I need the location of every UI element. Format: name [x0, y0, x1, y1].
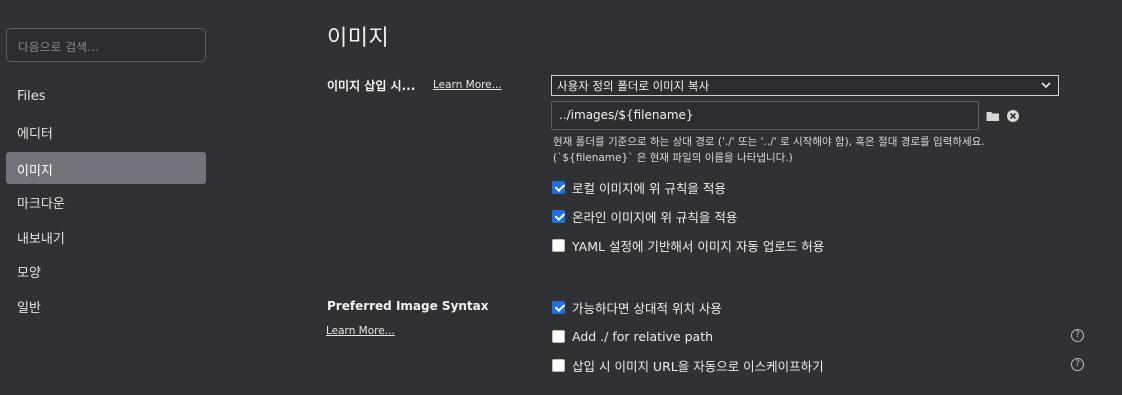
use-relative-path-label: 가능하다면 상대적 위치 사용	[572, 300, 722, 316]
apply-online-images-label: 온라인 이미지에 위 규칙을 적용	[572, 209, 738, 225]
insert-image-label: 이미지 삽입 시...	[327, 79, 416, 93]
add-dot-slash-checkbox[interactable]	[552, 329, 565, 343]
search-input[interactable]: 다음으로 검색...	[6, 28, 206, 62]
yaml-auto-upload-label: YAML 설정에 기반해서 이미지 자동 업로드 허용	[572, 238, 825, 254]
sidebar-item-editor[interactable]: 에디터	[6, 115, 206, 147]
syntax-learn-more-link[interactable]: Learn More...	[326, 325, 395, 337]
sidebar-item-general[interactable]: 일반	[6, 289, 206, 321]
sidebar-item-appearance[interactable]: 모양	[6, 254, 206, 286]
yaml-auto-upload-checkbox[interactable]	[552, 238, 565, 252]
sidebar-item-image[interactable]: 이미지	[6, 152, 206, 184]
help-icon[interactable]: ?	[1071, 329, 1084, 342]
sidebar: 다음으로 검색... Files 에디터 이미지 마크다운 내보내기 모양 일반	[0, 0, 212, 395]
use-relative-path-option[interactable]: 가능하다면 상대적 위치 사용	[552, 298, 722, 316]
apply-online-images-checkbox[interactable]	[552, 209, 565, 223]
image-folder-path-input[interactable]: ../images/${filename}	[551, 101, 979, 130]
insert-action-select[interactable]: 사용자 정의 폴더로 이미지 복사	[551, 75, 1059, 96]
escape-image-url-option[interactable]: 삽입 시 이미지 URL을 자동으로 이스케이프하기	[552, 356, 824, 374]
apply-local-images-option[interactable]: 로컬 이미지에 위 규칙을 적용	[552, 178, 726, 196]
clear-icon[interactable]	[1005, 108, 1021, 124]
folder-icon[interactable]	[985, 108, 1001, 124]
sidebar-item-files[interactable]: Files	[6, 81, 206, 113]
help-icon[interactable]: ?	[1071, 358, 1084, 371]
use-relative-path-checkbox[interactable]	[552, 300, 565, 314]
sidebar-item-markdown[interactable]: 마크다운	[6, 185, 206, 217]
escape-image-url-checkbox[interactable]	[552, 358, 565, 372]
escape-image-url-label: 삽입 시 이미지 URL을 자동으로 이스케이프하기	[572, 358, 824, 374]
add-dot-slash-label: Add ./ for relative path	[572, 328, 714, 344]
apply-online-images-option[interactable]: 온라인 이미지에 위 규칙을 적용	[552, 207, 737, 225]
path-description-line2: (`${filename}` 은 현재 파일의 이름을 나타냅니다.)	[553, 152, 793, 164]
sidebar-item-export[interactable]: 내보내기	[6, 220, 206, 252]
chevron-down-icon	[1041, 82, 1051, 89]
insert-action-select-value: 사용자 정의 폴더로 이미지 복사	[557, 79, 710, 93]
page-title: 이미지	[327, 26, 390, 51]
apply-local-images-checkbox[interactable]	[552, 180, 565, 194]
insert-learn-more-link[interactable]: Learn More...	[433, 79, 502, 91]
preferred-image-syntax-label: Preferred Image Syntax	[327, 299, 489, 313]
yaml-auto-upload-option[interactable]: YAML 설정에 기반해서 이미지 자동 업로드 허용	[552, 236, 824, 254]
add-dot-slash-option[interactable]: Add ./ for relative path	[552, 327, 713, 345]
path-description-line1: 현재 폴더를 기준으로 하는 상대 경로 ('./' 또는 '../' 로 시작…	[553, 136, 985, 148]
apply-local-images-label: 로컬 이미지에 위 규칙을 적용	[572, 180, 726, 196]
